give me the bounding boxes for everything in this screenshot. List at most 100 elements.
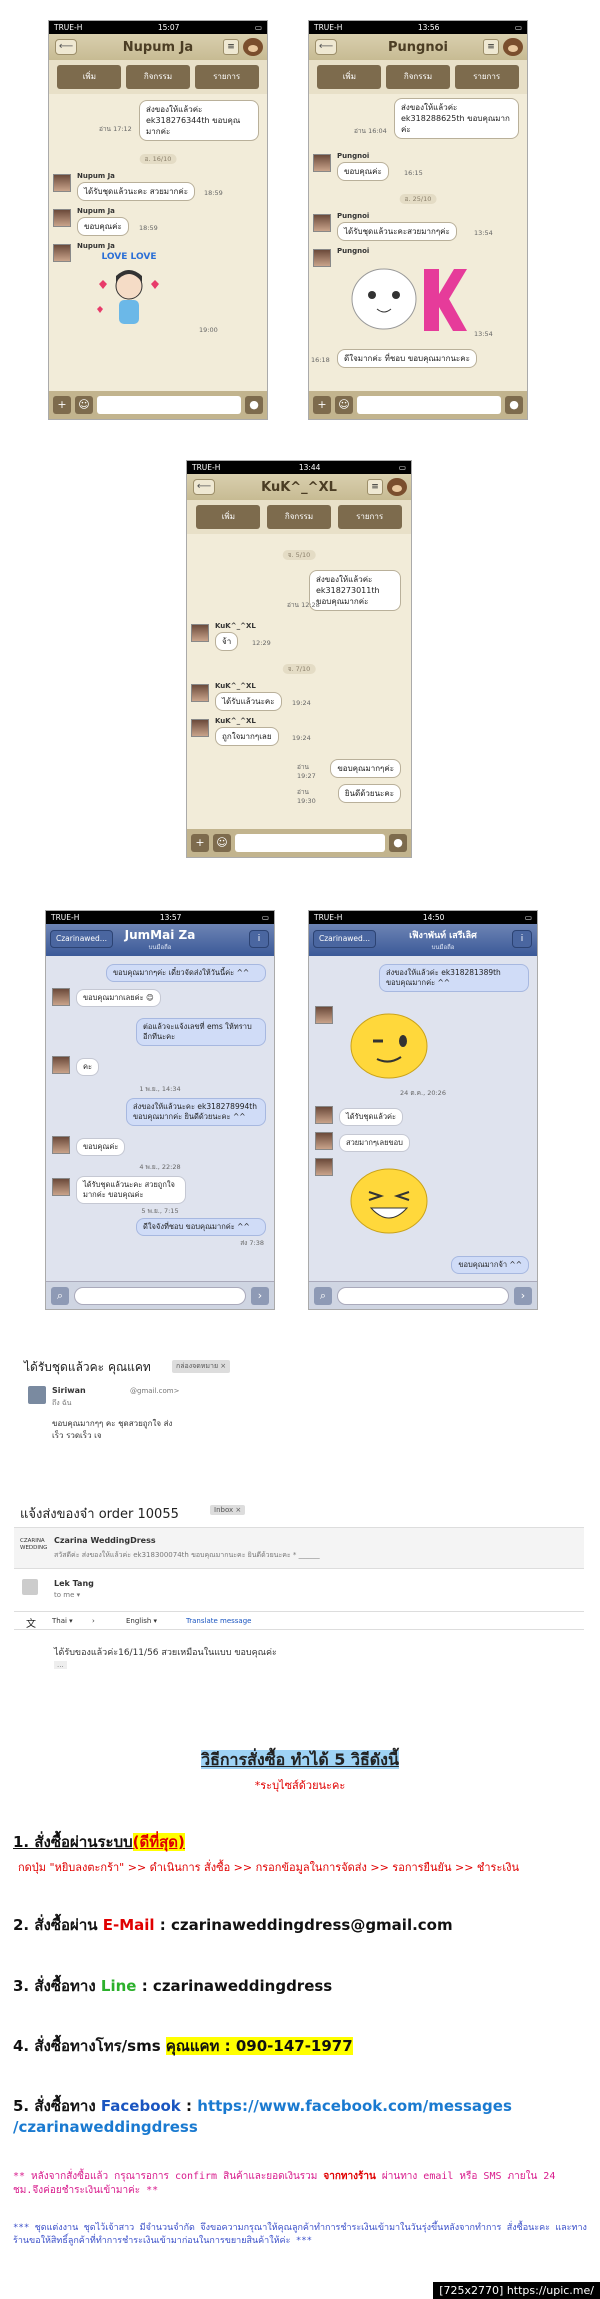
list-button[interactable]: รายการ (194, 65, 259, 89)
info-icon[interactable]: i (249, 930, 269, 948)
received-message: ถูกใจมากๆเลย (215, 727, 279, 746)
email-body: ขอบคุณมากๆๆ คะ ชุดสวยถูกใจ ส่งเร็ว รวดเร… (52, 1419, 173, 1440)
back-button[interactable]: ⟵ (315, 39, 337, 55)
language-from-select[interactable]: Thai ▾ (52, 1617, 73, 1625)
msg-time: 19:24 (292, 734, 311, 742)
mic-icon[interactable]: ● (389, 834, 407, 852)
add-button[interactable]: เพิ่ม (196, 505, 261, 529)
chat-header: Czarinawed... เฟิงาพันท์ เสรีเลิศ บนมือถ… (309, 924, 537, 956)
plus-icon[interactable]: + (313, 396, 331, 414)
received-message: ขอบคุณค่ะ (337, 162, 389, 181)
date-divider: จ. 7/10 (282, 664, 316, 674)
received-message: ขอบคุณค่ะ (76, 1138, 126, 1156)
battery-icon: ▭ (254, 23, 262, 32)
input-bar: ⌕ › (309, 1281, 537, 1309)
sender-email: @gmail.com> (130, 1387, 180, 1395)
date-divider: 24 ต.ค., 20:26 (400, 1089, 446, 1097)
back-button[interactable]: ⟵ (55, 39, 77, 55)
sent-message: ยินดีด้วยนะคะ (337, 784, 401, 803)
language-to-select[interactable]: English ▾ (126, 1617, 157, 1625)
info-icon[interactable]: i (512, 930, 532, 948)
sender-name: Siriwan (52, 1386, 86, 1395)
emoji-icon[interactable]: ☺ (75, 396, 93, 414)
bear-icon[interactable] (387, 478, 407, 496)
activity-button[interactable]: กิจกรรม (125, 65, 190, 89)
step-4: 4. สั่งซื้อทางโทร/sms คุณแคท : 090-147-1… (13, 2034, 353, 2058)
step-5-label: 5. สั่งซื้อทาง (13, 2097, 96, 2115)
activity-button[interactable]: กิจกรรม (385, 65, 450, 89)
bear-icon[interactable] (243, 38, 263, 56)
activity-button[interactable]: กิจกรรม (266, 505, 331, 529)
back-button[interactable]: Czarinawed... (50, 930, 113, 948)
shop-logo: CZARINA WEDDING (20, 1538, 48, 1551)
mic-icon[interactable]: ● (505, 396, 523, 414)
status-bar: TRUE-H 15:07 ▭ (49, 21, 267, 34)
chat-action-bar: เพิ่ม กิจกรรม รายการ (309, 60, 527, 94)
message-input[interactable] (97, 396, 241, 414)
step-3-label: 3. สั่งซื้อทาง (13, 1977, 96, 1995)
line-label: Line (100, 1977, 137, 1995)
chat-area: จ. 5/10 ส่งของให้แล้วค่ะ ek318273011th ข… (187, 534, 411, 829)
received-message: ได้รับชุดแล้วนะคะ สวยมากค่ะ (77, 182, 196, 201)
sender-name: KuK^_^XL (215, 682, 256, 690)
plus-icon[interactable]: + (53, 396, 71, 414)
step-2: 2. สั่งซื้อผ่าน E-Mail : czarinaweddingd… (13, 1913, 453, 1937)
msg-time: 19:00 (199, 326, 218, 334)
message-input[interactable] (235, 834, 385, 852)
send-icon[interactable]: › (514, 1286, 532, 1305)
date-divider: 5 พ.ย., 7:15 (141, 1207, 179, 1215)
chat-action-bar: เพิ่ม กิจกรรม รายการ (49, 60, 267, 94)
reply-body: ได้รับของแล้วค่ะ16/11/56 สวยเหมือนในแบบ … (54, 1648, 277, 1658)
back-button[interactable]: Czarinawed... (313, 930, 376, 948)
bear-icon[interactable] (503, 38, 523, 56)
status-bar: TRUE-H 14:50 ▭ (309, 911, 537, 924)
avatar (52, 1136, 70, 1154)
received-message: จ้า (215, 632, 239, 651)
facebook-url[interactable]: https://www.facebook.com/messages (197, 2097, 512, 2115)
inbox-tag[interactable]: กล่องจดหมาย × (172, 1360, 231, 1373)
plus-icon[interactable]: + (191, 834, 209, 852)
add-button[interactable]: เพิ่ม (317, 65, 382, 89)
list-button[interactable]: รายการ (454, 65, 519, 89)
attach-icon[interactable]: ⌕ (51, 1286, 69, 1305)
chat-header: ⟵ Pungnoi ≡ (309, 34, 527, 60)
step-4-label: 4. สั่งซื้อทางโทร/sms (13, 2037, 161, 2055)
add-button[interactable]: เพิ่ม (57, 65, 122, 89)
msg-time: 16:18 (311, 356, 330, 364)
menu-icon[interactable]: ≡ (367, 479, 383, 495)
date-divider: 4 พ.ย., 22:28 (139, 1163, 181, 1171)
received-message: ขอบคุณมากเลยค่ะ 😊 (76, 989, 161, 1007)
translate-link[interactable]: Translate message (186, 1617, 251, 1625)
mic-icon[interactable]: ● (245, 396, 263, 414)
clock: 15:07 (157, 23, 180, 32)
menu-icon[interactable]: ≡ (223, 39, 239, 55)
input-bar: + ☺ ● (49, 391, 267, 419)
avatar (315, 1006, 333, 1024)
step-5: 5. สั่งซื้อทาง Facebook : https://www.fa… (13, 2094, 512, 2118)
avatar (313, 214, 331, 232)
emoji-icon[interactable]: ☺ (213, 834, 231, 852)
message-input[interactable] (357, 396, 501, 414)
attach-icon[interactable]: ⌕ (314, 1286, 332, 1305)
avatar (191, 719, 209, 737)
sent-message: ขอบคุณมากๆค่ะ เดี๋ยวจัดส่งให้วันนี้ค่ะ ^… (106, 964, 266, 982)
avatar (313, 154, 331, 172)
emoji-icon[interactable]: ☺ (335, 396, 353, 414)
send-icon[interactable]: › (251, 1286, 269, 1305)
line-chat-screenshot-nupum: TRUE-H 15:07 ▭ ⟵ Nupum Ja ≡ เพิ่ม กิจกรร… (48, 20, 268, 420)
message-input[interactable] (74, 1286, 246, 1305)
facebook-url-cont[interactable]: /czarinaweddingdress (13, 2118, 198, 2136)
list-button[interactable]: รายการ (337, 505, 402, 529)
step-2-label: 2. สั่งซื้อผ่าน (13, 1916, 98, 1934)
received-message: ดีใจมากค่ะ ที่ชอบ ขอบคุณมากนะคะ (337, 349, 477, 368)
instructions-subtitle: *ระบุไซส์ด้วยนะคะ (254, 1779, 346, 1792)
back-button[interactable]: ⟵ (193, 479, 215, 495)
show-trimmed-button[interactable]: ... (54, 1661, 67, 1669)
collapsed-message[interactable]: CZARINA WEDDING Czarina WeddingDress สวั… (14, 1527, 584, 1569)
sent-message: ส่งของให้แล้วค่ะ ek318281389th ขอบคุณมาก… (379, 964, 529, 992)
recipient[interactable]: to me ▾ (54, 1591, 80, 1599)
menu-icon[interactable]: ≡ (483, 39, 499, 55)
inbox-tag[interactable]: Inbox × (210, 1505, 246, 1515)
translate-icon: 文 (26, 1619, 36, 1630)
message-input[interactable] (337, 1286, 509, 1305)
